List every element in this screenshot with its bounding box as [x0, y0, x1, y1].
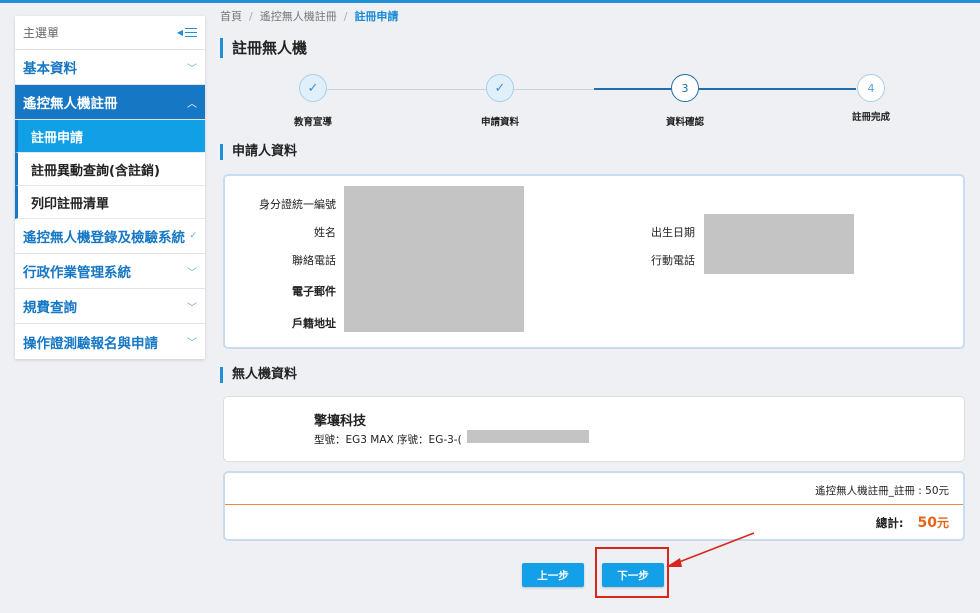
check-icon: ✓ — [189, 231, 197, 241]
sidebar-item-registration-change-query[interactable]: 註冊異動查詢(含註銷) — [15, 153, 205, 186]
drone-manufacturer: 擎壤科技 — [314, 414, 367, 429]
chevron-down-icon: ﹀ — [187, 338, 197, 349]
sidebar-section-drone-inspection[interactable]: 遙控無人機登錄及檢驗系統 ✓ — [15, 219, 205, 254]
chevron-down-icon: ﹀ — [187, 63, 197, 75]
birth-date-label: 出生日期 — [651, 226, 695, 239]
sidebar-section-label: 規費查詢 — [23, 300, 77, 316]
sidebar-section-label: 行政作業管理系統 — [23, 265, 131, 281]
step-1-check-icon: ✓ — [299, 74, 327, 102]
sidebar-section-label: 基本資料 — [23, 61, 77, 77]
step-connector — [407, 89, 487, 90]
sidebar-item-print-registration-list[interactable]: 列印註冊清單 — [15, 186, 205, 219]
address-label: 戶籍地址 — [292, 317, 336, 330]
step-4-label: 註冊完成 — [851, 112, 891, 123]
sidebar-section-label: 遙控無人機登錄及檢驗系統 — [23, 230, 185, 246]
breadcrumb-separator: / — [343, 10, 348, 23]
fee-summary-card: 遙控無人機註冊_註冊 : 50元 總計: 50元 — [223, 471, 965, 541]
total-amount: 50元 — [918, 514, 950, 531]
sidebar-section-admin-system[interactable]: 行政作業管理系統 ﹀ — [15, 254, 205, 289]
chevron-down-icon: ﹀ — [187, 267, 197, 279]
total-row: 總計: 50元 — [876, 514, 949, 531]
hamburger-icon — [185, 28, 197, 37]
step-2-label: 申請資料 — [480, 117, 520, 128]
redacted-applicant-values — [344, 186, 524, 332]
step-2-check-icon: ✓ — [486, 74, 514, 102]
drone-model-serial: 型號：EG3 MAX 序號：EG-3-( — [314, 434, 462, 446]
sidebar-section-basic-info[interactable]: 基本資料 ﹀ — [15, 50, 205, 85]
id-number-label: 身分證統一編號 — [259, 198, 336, 211]
sidebar-section-label: 操作證測驗報名與申請 — [23, 335, 158, 352]
total-unit: 元 — [936, 516, 949, 530]
breadcrumb-parent[interactable]: 遙控無人機註冊 — [260, 10, 337, 23]
mobile-phone-label: 行動電話 — [651, 254, 695, 267]
step-connector — [514, 89, 594, 90]
applicant-info-card: 身分證統一編號 姓名 聯絡電話 電子郵件 戶籍地址 出生日期 行動電話 — [223, 174, 965, 349]
total-value: 50 — [917, 515, 937, 531]
annotation-arrow-icon — [666, 532, 755, 567]
menu-collapse-toggle[interactable]: ◀ — [177, 28, 197, 37]
progress-stepper: ✓ ✓ 3 4 教育宣導 申請資料 資料確認 註冊完成 — [220, 74, 965, 134]
next-button-highlight-box — [595, 547, 669, 598]
step-connector — [327, 89, 407, 90]
name-label: 姓名 — [314, 226, 336, 239]
chevron-down-icon: ﹀ — [187, 302, 197, 314]
main-menu-sidebar: 主選單 ◀ 基本資料 ﹀ 遙控無人機註冊 ︿ 註冊申請 註冊異動查詢(含註銷) … — [15, 16, 205, 359]
phone-label: 聯絡電話 — [292, 254, 336, 267]
page-title: 註冊無人機 — [220, 38, 307, 58]
fee-divider — [225, 504, 963, 505]
step-1-label: 教育宣導 — [293, 117, 333, 128]
menu-header: 主選單 ◀ — [15, 16, 205, 50]
total-label: 總計: — [875, 516, 904, 530]
breadcrumb: 首頁 / 遙控無人機註冊 / 註冊申請 — [220, 8, 398, 24]
drone-info-card: 擎壤科技 型號：EG3 MAX 序號：EG-3-( — [223, 396, 965, 462]
breadcrumb-home[interactable]: 首頁 — [220, 10, 242, 23]
drone-section-title: 無人機資料 — [220, 367, 297, 383]
sidebar-item-registration-apply[interactable]: 註冊申請 — [15, 120, 205, 153]
breadcrumb-current: 註冊申請 — [354, 10, 399, 23]
sidebar-section-operator-exam[interactable]: 操作證測驗報名與申請 ﹀ — [15, 324, 205, 359]
step-3-number: 3 — [671, 74, 699, 102]
sidebar-section-label: 遙控無人機註冊 — [23, 96, 118, 112]
step-4-number: 4 — [857, 74, 885, 102]
sidebar-section-drone-registration[interactable]: 遙控無人機註冊 ︿ — [15, 85, 205, 120]
chevron-up-icon: ︿ — [187, 98, 197, 110]
previous-step-button[interactable]: 上一步 — [522, 563, 584, 587]
sidebar-section-fee-query[interactable]: 規費查詢 ﹀ — [15, 289, 205, 324]
breadcrumb-separator: / — [249, 10, 253, 23]
step-connector — [594, 88, 671, 90]
applicant-section-title: 申請人資料 — [220, 144, 297, 160]
step-connector — [699, 88, 779, 90]
fee-item: 遙控無人機註冊_註冊 : 50元 — [815, 485, 949, 497]
redacted-birth-mobile-values — [704, 214, 854, 274]
step-3-label: 資料確認 — [665, 117, 705, 128]
top-accent-bar — [0, 0, 980, 3]
redacted-serial-number — [467, 430, 589, 443]
collapse-arrow-icon: ◀ — [176, 28, 183, 37]
menu-title: 主選單 — [23, 26, 60, 40]
email-label: 電子郵件 — [292, 285, 336, 298]
step-connector — [779, 88, 856, 90]
